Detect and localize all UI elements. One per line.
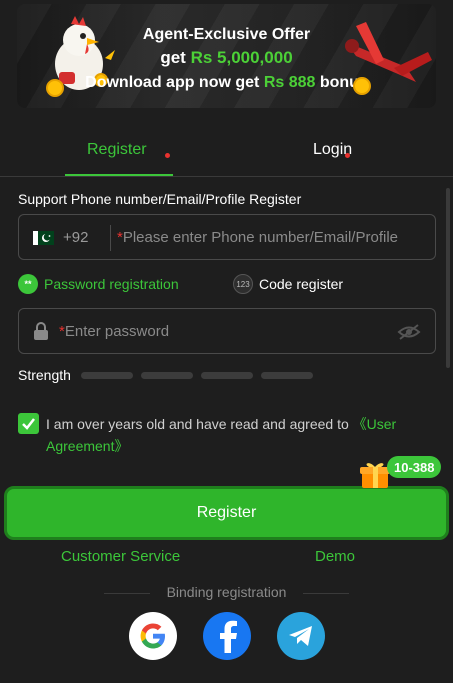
google-icon — [140, 623, 165, 649]
banner-bonus-amount: Rs 888 — [263, 74, 316, 91]
password-field[interactable]: *Enter password — [18, 308, 436, 354]
customer-service-link[interactable]: Customer Service — [61, 548, 180, 565]
scrollbar[interactable] — [446, 188, 450, 368]
google-login-button[interactable] — [129, 612, 177, 660]
facebook-login-button[interactable] — [203, 612, 251, 660]
password-placeholder: *Enter password — [59, 323, 170, 340]
binding-registration-divider: Binding registration — [0, 584, 453, 602]
country-code[interactable]: +92 — [63, 229, 88, 246]
password-registration-label: Password registration — [44, 276, 179, 292]
divider-line — [303, 593, 349, 594]
tabs-divider — [0, 176, 453, 177]
red-airplane-icon — [345, 22, 432, 95]
banner-offer-amount: Rs 5,000,000 — [190, 48, 293, 67]
promo-banner[interactable]: Agent-Exclusive Offer get Rs 5,000,000 D… — [17, 4, 436, 108]
phone-email-field[interactable]: +92 *Please enter Phone number/Email/Pro… — [18, 214, 436, 260]
strength-bar — [81, 372, 133, 379]
strength-bar — [201, 372, 253, 379]
demo-link[interactable]: Demo — [315, 548, 355, 565]
support-label: Support Phone number/Email/Profile Regis… — [18, 191, 302, 207]
register-button[interactable]: Register — [4, 486, 449, 540]
password-option-icon: ** — [18, 274, 38, 294]
checkmark-icon — [22, 418, 35, 430]
code-register-label: Code register — [259, 276, 344, 292]
pakistan-flag-icon — [33, 231, 54, 245]
register-notification-dot — [165, 153, 170, 158]
strength-label: Strength — [18, 367, 71, 383]
strength-bar — [141, 372, 193, 379]
agreement-checkbox[interactable] — [18, 413, 39, 434]
auth-tabs: Register Login — [0, 110, 453, 176]
telegram-icon — [289, 626, 312, 646]
agreement-text: I am over years old and have read and ag… — [46, 416, 397, 454]
code-option-icon: 123 — [233, 274, 253, 294]
phone-placeholder: *Please enter Phone number/Email/Profile — [117, 229, 398, 246]
lock-icon — [34, 322, 48, 340]
field-separator — [110, 225, 111, 251]
password-registration-option[interactable]: ** Password registration — [18, 273, 179, 295]
eye-hidden-icon[interactable] — [397, 323, 421, 341]
tab-register[interactable]: Register — [87, 141, 147, 159]
gift-box-icon[interactable] — [359, 458, 391, 490]
telegram-login-button[interactable] — [277, 612, 325, 660]
facebook-icon — [220, 620, 237, 653]
strength-bar — [261, 372, 313, 379]
gift-bonus-badge: 10-388 — [387, 456, 442, 478]
login-notification-dot — [345, 153, 350, 158]
binding-registration-label: Binding registration — [166, 584, 287, 600]
code-register-option[interactable]: 123 Code register — [233, 273, 343, 295]
